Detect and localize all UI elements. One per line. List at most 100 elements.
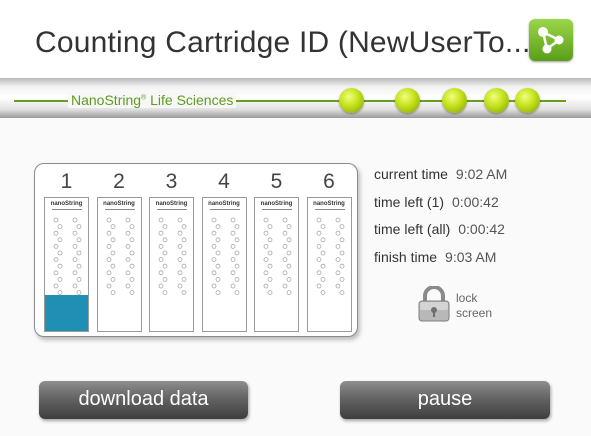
network-button[interactable] <box>529 19 573 61</box>
lane-well <box>316 217 321 223</box>
time-left-1-label: time left (1) <box>374 194 445 210</box>
lane-well <box>320 224 325 230</box>
sample-lane-card: nanoString <box>306 197 352 332</box>
lane-well <box>335 217 340 223</box>
lane-logo-underline <box>157 209 187 210</box>
lane-well <box>215 277 220 282</box>
cartridge-panel: 1 nanoString 2 nanoString 3 nanoString 4 nanoSt… <box>34 163 358 337</box>
lock-screen-label[interactable]: lock screen <box>456 291 492 321</box>
lane-well <box>158 217 164 223</box>
lane-well <box>339 277 344 282</box>
lane-well <box>181 237 187 243</box>
sample-lane-card: nanoString <box>149 197 194 332</box>
pause-button[interactable]: pause <box>340 381 550 419</box>
lane-well <box>129 237 134 243</box>
time-left-1-value: 0:00:42 <box>452 194 499 210</box>
lane-well <box>215 224 220 230</box>
lane-well <box>129 277 134 282</box>
lane-well <box>263 230 269 236</box>
sample-lane-card: nanoString <box>201 197 247 332</box>
lane-logo: nanoString <box>208 201 240 207</box>
lane-well <box>129 290 134 295</box>
current-time-row: current time 9:02 AM <box>374 166 507 182</box>
lane-well <box>72 230 78 236</box>
lane-well <box>162 277 168 282</box>
lane-well <box>215 237 220 243</box>
lane-well <box>263 257 269 262</box>
lane-well <box>162 224 168 230</box>
lane-well <box>282 243 288 249</box>
indicator-dot <box>484 88 509 113</box>
cartridge-slot: 6 nanoString <box>306 166 352 332</box>
lane-well <box>267 263 273 269</box>
lane-logo: nanoString <box>313 201 345 207</box>
lane-well <box>162 263 168 269</box>
lane-well <box>106 270 111 276</box>
lane-well <box>53 283 59 289</box>
lane-well <box>53 230 59 236</box>
current-time-label: current time <box>374 166 448 182</box>
lane-well <box>286 224 292 230</box>
lane-well <box>320 263 325 269</box>
lane-well <box>181 277 187 282</box>
lane-well <box>72 217 78 223</box>
lane-well <box>263 283 269 289</box>
indicator-dot <box>515 88 540 113</box>
lane-well <box>76 263 82 269</box>
lane-well <box>106 243 111 249</box>
lane-wells <box>53 217 82 295</box>
lane-well <box>286 250 292 256</box>
cartridge-slot: 4 nanoString <box>201 166 247 332</box>
lane-well <box>158 270 164 276</box>
lane-well <box>76 277 82 282</box>
lane-well <box>129 263 134 269</box>
lane-well <box>286 263 292 269</box>
time-left-1-row: time left (1) 0:00:42 <box>374 194 499 210</box>
finish-time-value: 9:03 AM <box>445 249 497 265</box>
lane-well <box>234 290 239 295</box>
lane-well <box>267 290 273 295</box>
lane-well <box>230 243 235 249</box>
lane-well <box>234 277 239 282</box>
time-left-all-label: time left (all) <box>374 221 451 237</box>
lane-well <box>230 217 235 223</box>
lane-well <box>335 230 340 236</box>
lane-well <box>282 283 288 289</box>
lane-wells <box>106 217 134 295</box>
lane-well <box>282 230 288 236</box>
lane-wells <box>263 217 292 295</box>
time-left-all-row: time left (all) 0:00:42 <box>374 221 505 237</box>
lane-logo: nanoString <box>50 201 83 207</box>
lane-well <box>215 263 220 269</box>
lane-well <box>57 250 63 256</box>
finish-time-label: finish time <box>374 249 438 265</box>
padlock-icon[interactable] <box>417 286 451 322</box>
lane-well <box>106 217 111 223</box>
lane-well <box>316 230 321 236</box>
sample-lane-card: nanoString <box>44 197 89 332</box>
lane-well <box>282 217 288 223</box>
lane-well <box>106 283 111 289</box>
lane-well <box>177 230 183 236</box>
lane-well <box>158 283 164 289</box>
cartridge-slot: 2 nanoString <box>96 166 142 332</box>
indicator-dot <box>442 88 467 113</box>
lane-well <box>181 290 187 295</box>
lane-well <box>339 237 344 243</box>
lane-progress-fill <box>45 295 88 331</box>
lane-well <box>72 270 78 276</box>
lane-well <box>125 230 130 236</box>
lane-well <box>234 250 239 256</box>
lane-well <box>158 257 164 262</box>
sample-lane-card: nanoString <box>96 197 142 332</box>
download-data-button[interactable]: download data <box>39 381 248 419</box>
lane-well <box>320 237 325 243</box>
lane-well <box>162 290 168 295</box>
lane-well <box>316 270 321 276</box>
lane-well <box>125 243 130 249</box>
lane-wells <box>158 217 187 295</box>
lane-well <box>177 257 183 262</box>
lane-well <box>335 270 340 276</box>
lane-well <box>181 224 187 230</box>
title-bar: Counting Cartridge ID (NewUserTo... <box>0 0 591 78</box>
